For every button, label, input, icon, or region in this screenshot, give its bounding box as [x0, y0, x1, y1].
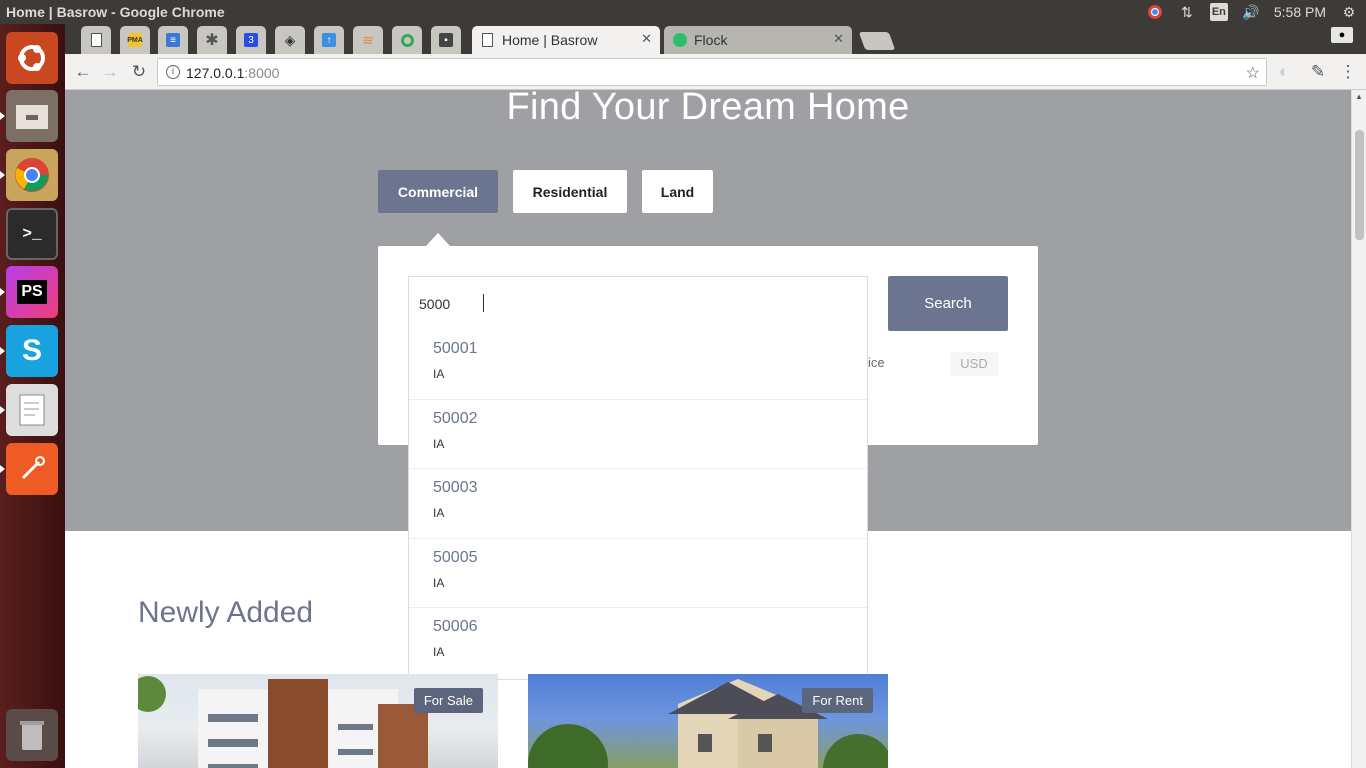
pinned-tab[interactable]: ▪ [431, 26, 461, 54]
ubuntu-icon[interactable] [6, 32, 58, 84]
keyboard-language[interactable]: En [1209, 3, 1228, 21]
asterisk-icon: ✱ [205, 32, 219, 49]
window-title: Home | Basrow - Google Chrome [6, 4, 225, 20]
phpmyadmin-icon: PMA [127, 33, 143, 47]
suggestion-item[interactable]: 50005 IA [409, 539, 867, 608]
suggestion-item[interactable]: 50006 IA [409, 608, 867, 678]
clock[interactable]: 5:58 PM [1274, 4, 1326, 20]
browser-toolbar: ← → ↻ i 127.0.0.1:8000 ☆ ◐ ✎ ⋮ [65, 54, 1366, 90]
blank-page-icon [90, 33, 102, 47]
css-icon: 3 [244, 33, 258, 47]
unity-launcher: >_ PS S [0, 24, 65, 768]
close-tab-icon[interactable]: ✕ [641, 31, 652, 47]
suggestion-item[interactable]: 50002 IA [409, 400, 867, 469]
scroll-up-arrow-icon[interactable]: ▲ [1355, 92, 1363, 101]
suggestion-state: IA [433, 436, 445, 451]
tab-title: Home | Basrow [502, 32, 598, 48]
suggestion-state: IA [433, 506, 445, 520]
suggestion-zip: 50006 [433, 618, 478, 635]
flock-icon [673, 33, 687, 47]
volume-icon[interactable]: 🔊 [1242, 3, 1260, 21]
autocomplete-dropdown: 50001 IA 50002 IA 50003 IA 50005 IA 50006 IA [408, 330, 868, 680]
pinned-tab[interactable]: ↑ [314, 26, 344, 54]
terminal-icon[interactable]: >_ [6, 208, 58, 260]
reload-icon[interactable]: ↻ [128, 61, 150, 83]
listing-card[interactable]: For Rent [528, 674, 888, 768]
close-tab-icon[interactable]: ✕ [833, 31, 844, 47]
pinned-tab[interactable] [392, 26, 422, 54]
hero-heading: Find Your Dream Home [506, 90, 910, 128]
tab-pointer [426, 233, 450, 246]
suggestion-zip: 50005 [433, 548, 478, 566]
tab-flock[interactable]: Flock ✕ [664, 26, 852, 54]
suggestion-item[interactable]: 50001 IA [409, 330, 867, 400]
tab-strip: PMA ≡ ✱ 3 ◈ ↑ ≋ ▪ Home | Basrow ✕ Flock … [65, 24, 1366, 54]
tab-title: Flock [694, 32, 728, 48]
page-favicon-icon [482, 33, 493, 47]
page-viewport: Find Your Dream Home Commercial Resident… [65, 90, 1351, 768]
profile-icon[interactable]: ● [1331, 27, 1353, 43]
scrollbar-thumb[interactable] [1355, 130, 1364, 240]
upload-icon: ↑ [322, 33, 336, 47]
trash-icon[interactable] [6, 709, 58, 761]
suggestion-state: IA [433, 575, 445, 590]
suggestion-zip: 50002 [433, 409, 478, 427]
price-label: ice [868, 355, 885, 370]
chrome-icon[interactable] [0, 149, 58, 201]
pinned-tab[interactable]: PMA [120, 26, 150, 54]
postman-icon[interactable] [0, 443, 58, 495]
phpstorm-label: PS [17, 280, 47, 304]
suggestion-item[interactable]: 50003 IA [409, 469, 867, 539]
eyedropper-extension-icon[interactable]: ✎ [1307, 61, 1329, 83]
files-icon[interactable] [0, 90, 58, 142]
tab-home-basrow[interactable]: Home | Basrow ✕ [472, 26, 660, 54]
site-info-icon[interactable]: i [166, 65, 180, 79]
text-editor-icon[interactable] [0, 384, 58, 436]
type-land-button[interactable]: Land [642, 170, 713, 213]
suggestion-state: IA [433, 645, 445, 659]
type-residential-button[interactable]: Residential [513, 170, 627, 213]
save-icon: ▪ [439, 33, 453, 47]
suggestion-state: IA [433, 367, 445, 381]
url-host: 127.0.0.1 [186, 65, 245, 81]
database-icon: ≡ [166, 33, 180, 47]
phpstorm-icon[interactable]: PS [0, 266, 58, 318]
address-bar[interactable]: i 127.0.0.1:8000 ☆ [157, 58, 1267, 86]
search-button[interactable]: Search [888, 276, 1008, 331]
pinned-tab[interactable]: ◈ [275, 26, 305, 54]
settings-gear-icon[interactable]: ⚙ [1340, 3, 1358, 21]
pinned-tab[interactable]: ≋ [353, 26, 383, 54]
chrome-tray-icon[interactable] [1146, 3, 1164, 21]
system-tray: ⇅ En 🔊 5:58 PM ⚙ [1146, 3, 1358, 21]
pinned-tab[interactable]: 3 [236, 26, 266, 54]
menu-icon[interactable]: ⋮ [1337, 61, 1359, 83]
forward-icon[interactable]: → [99, 61, 121, 83]
url-port: :8000 [244, 65, 280, 81]
type-commercial-button[interactable]: Commercial [378, 170, 498, 213]
pinned-tab[interactable]: ✱ [197, 26, 227, 54]
stackoverflow-icon: ≋ [362, 31, 374, 48]
diamond-icon: ◈ [284, 31, 296, 48]
suggestion-zip: 50001 [433, 340, 478, 357]
bookmark-star-icon[interactable]: ☆ [1246, 63, 1260, 83]
system-top-bar: Home | Basrow - Google Chrome ⇅ En 🔊 5:5… [0, 0, 1366, 24]
listing-badge: For Rent [802, 688, 873, 713]
text-caret [483, 294, 484, 312]
network-icon[interactable]: ⇅ [1178, 3, 1196, 21]
newly-added-heading: Newly Added [138, 596, 314, 629]
location-search-input[interactable] [408, 276, 868, 331]
pinned-tab[interactable]: ≡ [158, 26, 188, 54]
extension-icon[interactable]: ◐ [1273, 61, 1295, 83]
skype-icon[interactable]: S [0, 325, 58, 377]
pinned-tab[interactable] [81, 26, 111, 54]
listing-card[interactable]: For Sale [138, 674, 498, 768]
currency-select[interactable]: USD [950, 352, 998, 376]
back-icon[interactable]: ← [72, 61, 94, 83]
circle-app-icon [400, 33, 414, 47]
suggestion-zip: 50003 [433, 479, 478, 496]
page-scrollbar[interactable]: ▲ [1351, 90, 1366, 768]
listing-badge: For Sale [413, 688, 483, 713]
new-tab-button[interactable] [858, 32, 896, 50]
